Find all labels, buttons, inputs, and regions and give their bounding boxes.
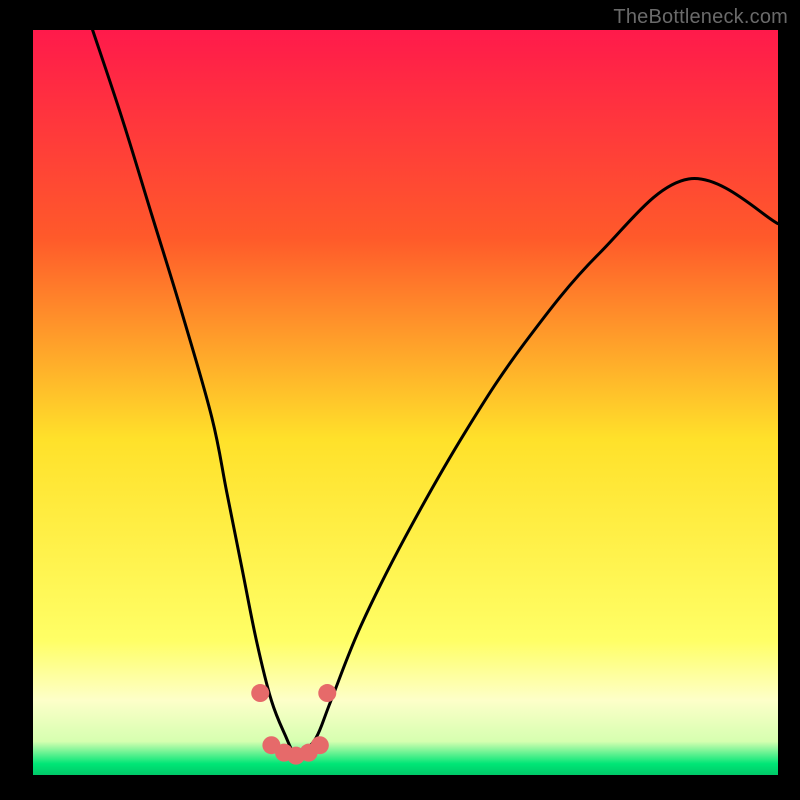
plot-area (33, 30, 778, 775)
marker-right-pair (318, 684, 336, 702)
marker-left-pair (251, 684, 269, 702)
plot-svg (0, 0, 800, 800)
chart-root: TheBottleneck.com (0, 0, 800, 800)
marker-bottom-5 (311, 736, 329, 754)
watermark-text: TheBottleneck.com (613, 6, 788, 29)
